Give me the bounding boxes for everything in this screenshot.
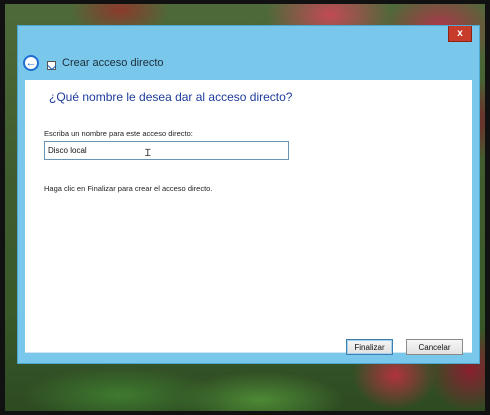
back-button[interactable]: ←: [23, 55, 39, 71]
shortcut-name-label: Escriba un nombre para este acceso direc…: [44, 129, 193, 138]
create-shortcut-dialog: x ← Crear acceso directo ¿Qué nombre le …: [17, 25, 480, 364]
screen-border-bottom: [0, 411, 490, 415]
wizard-content: ¿Qué nombre le desea dar al acceso direc…: [25, 80, 472, 353]
screen-border-top: [0, 0, 490, 4]
close-icon: x: [457, 28, 463, 39]
back-arrow-icon: ←: [25, 56, 37, 69]
footer-divider: [25, 352, 472, 353]
close-button[interactable]: x: [448, 26, 472, 42]
page-heading: ¿Qué nombre le desea dar al acceso direc…: [49, 90, 293, 104]
screen-border-left: [0, 0, 5, 415]
cancel-button[interactable]: Cancelar: [406, 339, 463, 355]
shortcut-icon: [47, 60, 56, 70]
finish-button[interactable]: Finalizar: [346, 339, 393, 355]
text-cursor-icon: Ɪ: [145, 148, 151, 159]
wizard-header: ← Crear acceso directo: [23, 53, 164, 73]
wizard-title: Crear acceso directo: [62, 57, 164, 69]
finish-hint: Haga clic en Finalizar para crear el acc…: [44, 184, 213, 193]
screen-border-right: [485, 0, 490, 415]
shortcut-name-input[interactable]: [44, 141, 289, 160]
